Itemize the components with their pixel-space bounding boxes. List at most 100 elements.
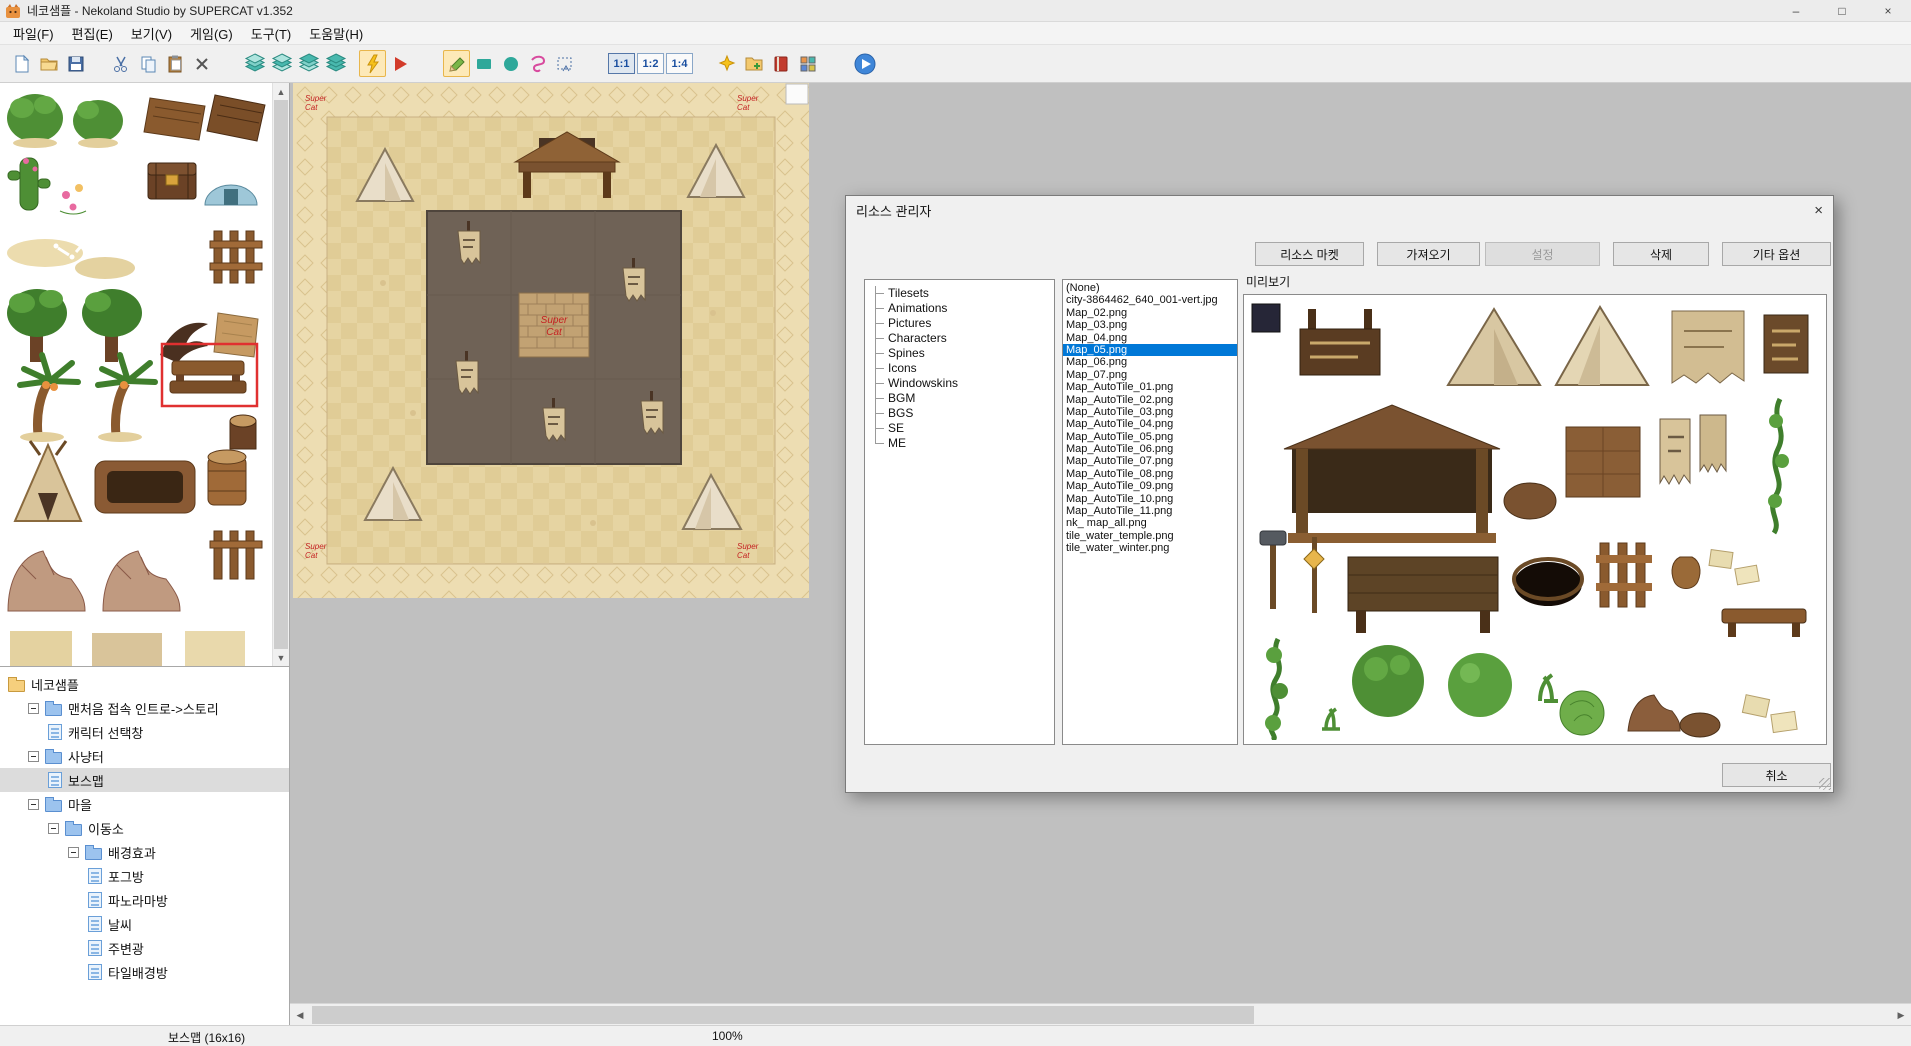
resize-grip[interactable] (1819, 778, 1831, 790)
tree-expander-icon[interactable] (28, 799, 39, 810)
dialog-button[interactable]: 리소스 마켓 (1255, 242, 1364, 266)
category-item[interactable]: Spines (873, 346, 1050, 361)
file-item[interactable]: Map_02.png (1063, 307, 1237, 319)
file-item[interactable]: Map_AutoTile_08.png (1063, 468, 1237, 480)
scroll-up-icon[interactable]: ▲ (273, 83, 289, 100)
tree-item[interactable]: 사냥터 (0, 744, 289, 768)
zoom-1-1-button[interactable]: 1:1 (608, 53, 635, 74)
file-item[interactable]: tile_water_winter.png (1063, 542, 1237, 554)
menu-item[interactable]: 게임(G) (181, 22, 242, 45)
layer-lower-button[interactable] (241, 50, 268, 77)
dialog-button[interactable]: 삭제 (1613, 242, 1709, 266)
file-item[interactable]: Map_AutoTile_10.png (1063, 493, 1237, 505)
file-item[interactable]: (None) (1063, 282, 1237, 294)
menu-item[interactable]: 도구(T) (242, 22, 301, 45)
file-item[interactable]: Map_AutoTile_02.png (1063, 394, 1237, 406)
layer-middle-button[interactable] (268, 50, 295, 77)
cancel-button[interactable]: 취소 (1722, 763, 1831, 787)
canvas-hscrollbar[interactable]: ◀ ▶ (290, 1003, 1911, 1025)
cut-button[interactable] (107, 50, 134, 77)
tree-item[interactable]: 주변광 (0, 936, 289, 960)
file-item[interactable]: Map_AutoTile_07.png (1063, 455, 1237, 467)
pencil-tool-button[interactable] (443, 50, 470, 77)
file-item[interactable]: Map_06.png (1063, 356, 1237, 368)
close-button[interactable]: × (1865, 0, 1911, 21)
import-resource-button[interactable] (740, 50, 767, 77)
minimize-button[interactable]: – (1773, 0, 1819, 21)
category-item[interactable]: SE (873, 421, 1050, 436)
tree-item[interactable]: 타일배경방 (0, 960, 289, 984)
category-item[interactable]: BGS (873, 406, 1050, 421)
effect-button[interactable] (713, 50, 740, 77)
zoom-1-2-button[interactable]: 1:2 (637, 53, 664, 74)
file-item[interactable]: city-3864462_640_001-vert.jpg (1063, 294, 1237, 306)
lasso-tool-button[interactable] (524, 50, 551, 77)
copy-button[interactable] (134, 50, 161, 77)
tree-item[interactable]: 배경효과 (0, 840, 289, 864)
category-item[interactable]: Animations (873, 301, 1050, 316)
menu-item[interactable]: 도움말(H) (300, 22, 372, 45)
category-item[interactable]: BGM (873, 391, 1050, 406)
dialog-titlebar[interactable]: 리소스 관리자 × (846, 196, 1833, 224)
file-item[interactable]: Map_03.png (1063, 319, 1237, 331)
new-map-button[interactable] (8, 50, 35, 77)
tree-item[interactable]: 포그방 (0, 864, 289, 888)
dialog-button[interactable]: 가져오기 (1377, 242, 1480, 266)
file-item[interactable]: nk_ map_all.png (1063, 517, 1237, 529)
dialog-close-button[interactable]: × (1797, 202, 1823, 219)
maximize-button[interactable]: □ (1819, 0, 1865, 21)
category-item[interactable]: Pictures (873, 316, 1050, 331)
dialog-button[interactable]: 기타 옵션 (1722, 242, 1831, 266)
tree-item[interactable]: 날씨 (0, 912, 289, 936)
tree-expander-icon[interactable] (68, 847, 79, 858)
tree-item[interactable]: 캐릭터 선택창 (0, 720, 289, 744)
file-item[interactable]: Map_04.png (1063, 332, 1237, 344)
zoom-1-4-button[interactable]: 1:4 (666, 53, 693, 74)
tileset-image[interactable] (0, 83, 273, 666)
file-item[interactable]: Map_07.png (1063, 369, 1237, 381)
tree-item[interactable]: 파노라마방 (0, 888, 289, 912)
file-item[interactable]: Map_AutoTile_04.png (1063, 418, 1237, 430)
category-item[interactable]: Windowskins (873, 376, 1050, 391)
file-item[interactable]: Map_AutoTile_09.png (1063, 480, 1237, 492)
file-item[interactable]: Map_AutoTile_03.png (1063, 406, 1237, 418)
run-event-button[interactable] (386, 50, 413, 77)
tree-item[interactable]: 이동소 (0, 816, 289, 840)
layer-upper-button[interactable] (295, 50, 322, 77)
selection-tool-button[interactable] (551, 50, 578, 77)
tree-expander-icon[interactable] (28, 751, 39, 762)
file-item[interactable]: tile_water_temple.png (1063, 530, 1237, 542)
tree-expander-icon[interactable] (48, 823, 59, 834)
canvas-scroll-thumb[interactable] (312, 1006, 1254, 1024)
category-item[interactable]: ME (873, 436, 1050, 451)
file-item[interactable]: Map_05.png (1063, 344, 1237, 356)
file-item[interactable]: Map_AutoTile_11.png (1063, 505, 1237, 517)
tree-item[interactable]: 네코샘플 (0, 672, 289, 696)
tileset-grid-button[interactable] (794, 50, 821, 77)
category-item[interactable]: Characters (873, 331, 1050, 346)
menu-item[interactable]: 편집(E) (63, 22, 122, 45)
paste-button[interactable] (161, 50, 188, 77)
tree-item[interactable]: 보스맵 (0, 768, 289, 792)
menu-item[interactable]: 보기(V) (122, 22, 181, 45)
file-item[interactable]: Map_AutoTile_05.png (1063, 431, 1237, 443)
open-button[interactable] (35, 50, 62, 77)
palette-scrollbar[interactable]: ▲ ▼ (272, 83, 289, 666)
rectangle-tool-button[interactable] (470, 50, 497, 77)
tree-item[interactable]: 마을 (0, 792, 289, 816)
palette-scroll-thumb[interactable] (274, 100, 288, 649)
file-item[interactable]: Map_AutoTile_01.png (1063, 381, 1237, 393)
delete-button[interactable] (188, 50, 215, 77)
resource-manager-button[interactable] (767, 50, 794, 77)
save-button[interactable] (62, 50, 89, 77)
play-test-button[interactable] (851, 50, 878, 77)
category-item[interactable]: Icons (873, 361, 1050, 376)
scroll-down-icon[interactable]: ▼ (273, 649, 289, 666)
file-item[interactable]: Map_AutoTile_06.png (1063, 443, 1237, 455)
tree-item[interactable]: 맨처음 접속 인트로->스토리 (0, 696, 289, 720)
scroll-left-icon[interactable]: ◀ (290, 1004, 310, 1026)
ellipse-tool-button[interactable] (497, 50, 524, 77)
category-item[interactable]: Tilesets (873, 286, 1050, 301)
menu-item[interactable]: 파일(F) (4, 22, 63, 45)
layer-all-button[interactable] (322, 50, 349, 77)
